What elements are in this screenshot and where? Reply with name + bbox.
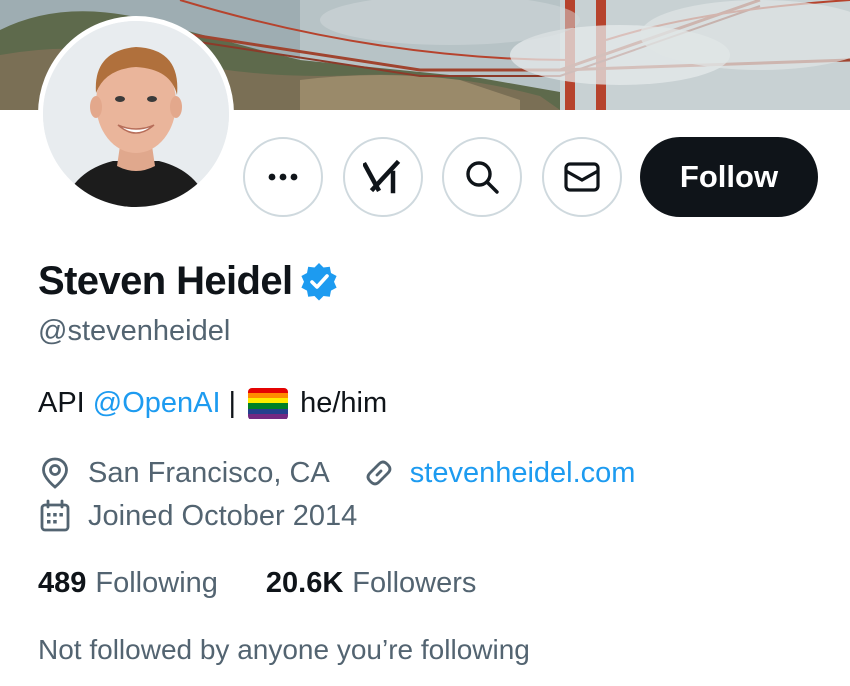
following-label: Following [95, 567, 218, 599]
avatar[interactable] [38, 16, 234, 212]
bio-mention-link[interactable]: @OpenAI [93, 387, 221, 420]
followed-by-text: Not followed by anyone you’re following [38, 634, 530, 665]
profile-bio: API @OpenAI | he/him [38, 387, 387, 420]
avatar-image [43, 21, 229, 207]
search-icon [466, 161, 499, 194]
profile-location: San Francisco, CA [88, 456, 330, 489]
grok-icon [363, 159, 401, 194]
more-horizontal-icon [268, 173, 298, 181]
verified-badge-icon[interactable] [299, 261, 339, 301]
bio-pronouns: he/him [300, 387, 388, 419]
envelope-icon [564, 162, 600, 192]
rainbow-stripe [248, 414, 289, 420]
profile-name-row: Steven Heidel [38, 256, 339, 306]
search-button[interactable] [442, 137, 522, 217]
follow-counts: 489 Following 20.6K Followers [38, 567, 476, 600]
link-icon [366, 460, 392, 486]
followers-count: 20.6K [265, 567, 344, 599]
profile-handle: @stevenheidel [38, 315, 231, 347]
location-pin-icon [42, 457, 68, 489]
profile-joined-row: Joined October 2014 [38, 499, 357, 533]
bio-prefix: API [38, 387, 85, 419]
followers-link[interactable]: 20.6K Followers [266, 567, 476, 600]
profile-meta-row: San Francisco, CA stevenheidel.com [38, 456, 635, 490]
profile-joined-date: Joined October 2014 [88, 499, 358, 532]
followers-label: Followers [352, 567, 477, 599]
following-link[interactable]: 489 Following [38, 567, 218, 600]
profile-page: Follow Steven Heidel @stevenheidel API @… [0, 0, 850, 686]
display-name: Steven Heidel [38, 258, 293, 303]
bio-separator: | [228, 387, 237, 419]
profile-website-link[interactable]: stevenheidel.com [410, 457, 636, 490]
grok-button[interactable] [343, 137, 423, 217]
following-count: 489 [38, 567, 87, 599]
rainbow-flag-icon [248, 387, 289, 420]
follow-button[interactable]: Follow [640, 137, 818, 217]
calendar-icon [40, 499, 70, 532]
more-button[interactable] [243, 137, 323, 217]
message-button[interactable] [542, 137, 622, 217]
